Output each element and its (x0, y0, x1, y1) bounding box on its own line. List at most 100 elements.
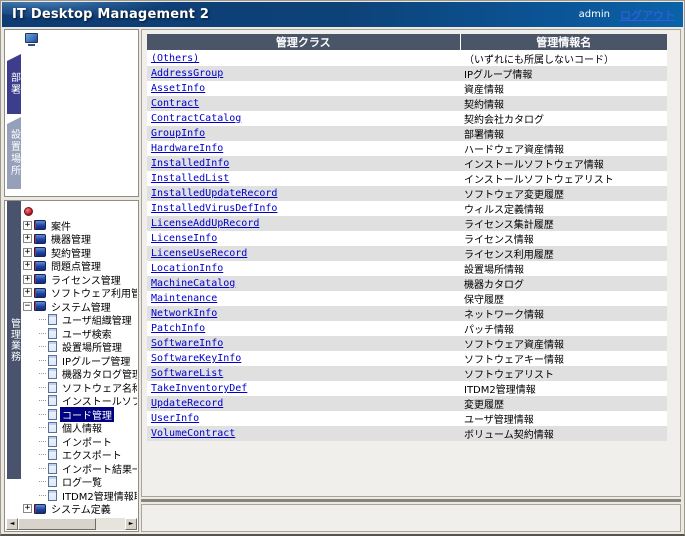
class-link[interactable]: Contract (151, 98, 199, 109)
tree-item-問題点管理[interactable]: + 問題点管理 (23, 259, 137, 273)
class-link[interactable]: LicenseAddUpRecord (151, 218, 259, 229)
class-link[interactable]: ContractCatalog (151, 113, 241, 124)
tree-item-システム管理[interactable]: − システム管理 (23, 300, 137, 314)
right-column: 管理クラス 管理情報名 (Others) （いずれにも所属しないコード） Addre… (139, 29, 683, 534)
class-table-body: (Others) （いずれにも所属しないコード） AddressGroup IPグルー… (147, 50, 667, 441)
class-link[interactable]: AssetInfo (151, 83, 205, 94)
class-link[interactable]: SoftwareKeyInfo (151, 353, 241, 364)
class-link[interactable]: TakeInventoryDef (151, 383, 247, 394)
tree-item-IPグループ管理[interactable]: IPグループ管理 (23, 354, 137, 368)
class-link[interactable]: PatchInfo (151, 323, 205, 334)
book-icon (34, 220, 46, 231)
expand-icon[interactable]: + (23, 234, 32, 244)
expand-icon[interactable]: + (23, 261, 32, 271)
logout-link[interactable]: ログアウト (620, 7, 675, 23)
tree-item-root[interactable] (23, 205, 137, 219)
expand-icon[interactable]: + (23, 247, 32, 257)
expand-icon[interactable]: + (23, 504, 32, 514)
tree-connector (39, 454, 46, 456)
page-icon (48, 408, 57, 420)
class-link[interactable]: LicenseUseRecord (151, 248, 247, 259)
expand-icon[interactable]: + (23, 220, 32, 230)
class-link[interactable]: HardwareInfo (151, 143, 223, 154)
tree-item-契約管理[interactable]: + 契約管理 (23, 246, 137, 260)
info-name-cell: ソフトウェア変更履歴 (464, 190, 564, 201)
tree-connector (39, 494, 46, 496)
tree-item-機器管理[interactable]: + 機器管理 (23, 232, 137, 246)
class-cell: TakeInventoryDef (147, 381, 460, 396)
horizontal-scrollbar[interactable]: ◄ ► (6, 518, 137, 530)
tree-connector (39, 400, 46, 402)
info-name-cell: インストールソフトウェア情報 (464, 160, 604, 171)
book-icon (34, 247, 46, 258)
tree-item-ソフトウェア名称管理[interactable]: ソフトウェア名称管理 (23, 381, 137, 395)
tree-connector (39, 332, 46, 334)
tree-item-インポート結果一覧[interactable]: インポート結果一覧 (23, 462, 137, 476)
main-layout: 部署 設置場所 管理業務 + 案件 + 機器管理 + 契約管理 + 問題点管理 + ライセンス管理… (2, 27, 683, 534)
class-link[interactable]: AddressGroup (151, 68, 223, 79)
tree-item-システム定義[interactable]: + システム定義 (23, 502, 137, 516)
tree-item-個人情報[interactable]: 個人情報 (23, 421, 137, 435)
management-class-table: 管理クラス 管理情報名 (Others) （いずれにも所属しないコード） Addre… (147, 34, 667, 441)
scroll-right-button[interactable]: ► (125, 518, 137, 530)
class-link[interactable]: GroupInfo (151, 128, 205, 139)
class-link[interactable]: MachineCatalog (151, 278, 235, 289)
tree-item-案件[interactable]: + 案件 (23, 219, 137, 233)
tree-item-ソフトウェア利用管理[interactable]: +ソフトウェア利用管理 (23, 286, 137, 300)
tab-management-task[interactable]: 管理業務 (7, 201, 21, 479)
info-name-cell: 契約情報 (464, 100, 504, 111)
tree-item-ログ一覧[interactable]: ログ一覧 (23, 475, 137, 489)
book-icon (34, 503, 46, 514)
navigation-tree: +案件+機器管理+契約管理+問題点管理+ライセンス管理+ソフトウェア利用管理−シ… (23, 205, 137, 517)
page-icon (48, 368, 57, 380)
table-row: SoftwareInfo ソフトウェア資産情報 (147, 336, 667, 351)
class-link[interactable]: NetworkInfo (151, 308, 217, 319)
tree-item-ユーザ組織管理[interactable]: ユーザ組織管理 (23, 313, 137, 327)
scrollbar-thumb[interactable] (18, 518, 96, 530)
horizontal-splitter[interactable] (141, 497, 681, 504)
class-link[interactable]: VolumeContract (151, 428, 235, 439)
class-link[interactable]: SoftwareInfo (151, 338, 223, 349)
info-name-cell: ライセンス情報 (464, 235, 534, 246)
page-icon (48, 476, 57, 488)
tree-item-ユーザ検索[interactable]: ユーザ検索 (23, 327, 137, 341)
info-name-cell: パッチ情報 (464, 325, 514, 336)
class-link[interactable]: UpdateRecord (151, 398, 223, 409)
class-link[interactable]: Maintenance (151, 293, 217, 304)
class-link[interactable]: InstalledVirusDefInfo (151, 203, 277, 214)
table-row: UserInfo ユーザ管理情報 (147, 411, 667, 426)
expand-icon[interactable]: + (23, 288, 32, 298)
info-name-cell: インストールソフトウェアリスト (464, 175, 614, 186)
scrollbar-track[interactable] (96, 518, 125, 530)
scroll-left-button[interactable]: ◄ (6, 518, 18, 530)
page-icon (48, 327, 57, 339)
book-icon (34, 287, 46, 298)
tree-connector (39, 427, 46, 429)
table-row: NetworkInfo ネットワーク情報 (147, 306, 667, 321)
class-link[interactable]: (Others) (151, 53, 199, 64)
class-cell: GroupInfo (147, 126, 460, 141)
tree-item-インポート[interactable]: インポート (23, 435, 137, 449)
tree-item-ライセンス管理[interactable]: + ライセンス管理 (23, 273, 137, 287)
page-icon (48, 395, 57, 407)
class-link[interactable]: InstalledList (151, 173, 229, 184)
table-row: LicenseUseRecord ライセンス利用履歴 (147, 246, 667, 261)
class-link[interactable]: InstalledInfo (151, 158, 229, 169)
class-link[interactable]: UserInfo (151, 413, 199, 424)
tree-item-機器カタログ管理[interactable]: 機器カタログ管理 (23, 367, 137, 381)
tree-item-ITDM2管理情報取得[interactable]: ITDM2管理情報取得 (23, 489, 137, 503)
class-link[interactable]: InstalledUpdateRecord (151, 188, 277, 199)
page-icon (48, 462, 57, 474)
table-row: MachineCatalog 機器カタログ (147, 276, 667, 291)
expand-icon[interactable]: + (23, 274, 32, 284)
tree-item-設置場所管理[interactable]: 設置場所管理 (23, 340, 137, 354)
tree-item-エクスポート[interactable]: エクスポート (23, 448, 137, 462)
tab-location[interactable]: 設置場所 (7, 117, 21, 189)
tree-item-インストールソフトウェ[interactable]: インストールソフトウェ (23, 394, 137, 408)
collapse-icon[interactable]: − (23, 301, 32, 311)
tab-department[interactable]: 部署 (7, 54, 21, 114)
class-link[interactable]: LicenseInfo (151, 233, 217, 244)
class-link[interactable]: SoftwareList (151, 368, 223, 379)
tree-item-コード管理[interactable]: コード管理 (23, 406, 137, 422)
class-link[interactable]: LocationInfo (151, 263, 223, 274)
